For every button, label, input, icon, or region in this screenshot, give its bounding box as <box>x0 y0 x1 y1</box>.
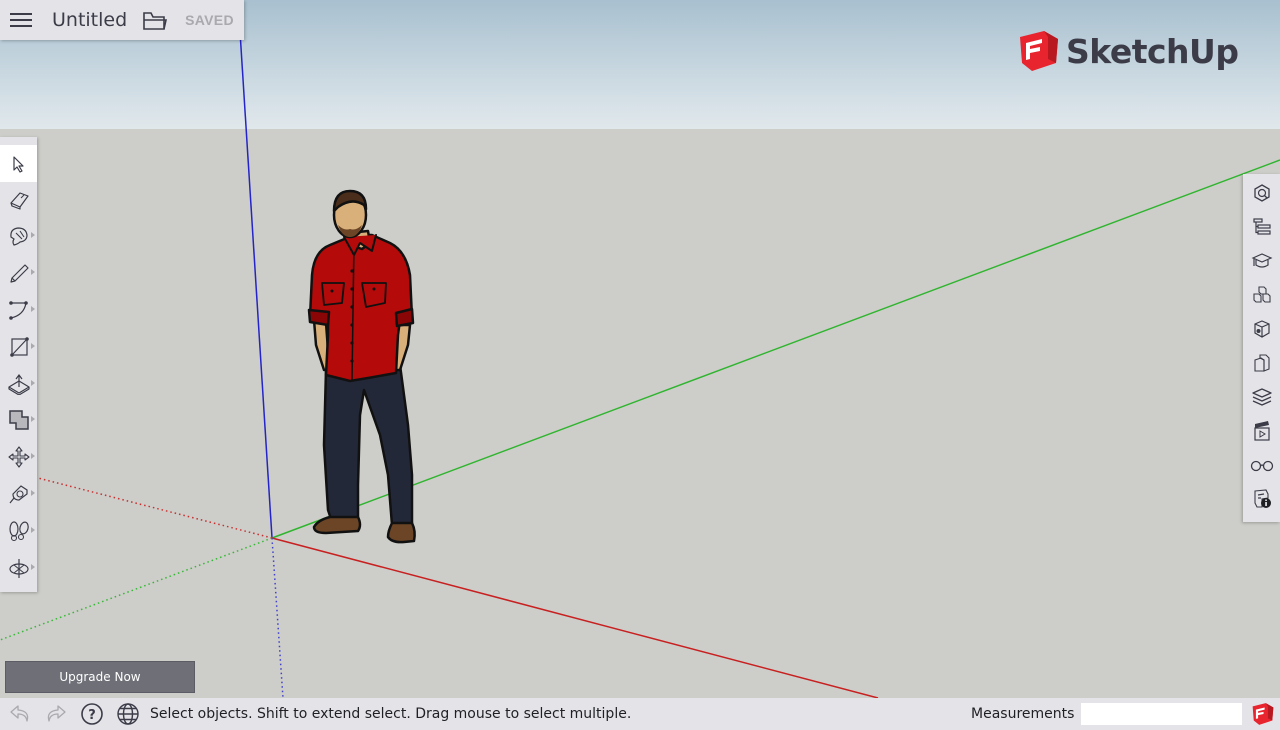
menu-button[interactable] <box>0 0 42 40</box>
layers-icon <box>1251 388 1272 406</box>
undo-button[interactable] <box>2 698 38 730</box>
tool-walk[interactable] <box>0 512 37 549</box>
person-figure[interactable] <box>300 185 425 550</box>
sketchup-logo-icon <box>1020 31 1058 71</box>
logo-text: SketchUp <box>1066 31 1239 71</box>
tool-eraser[interactable] <box>0 181 37 218</box>
right-toolbar <box>1243 174 1280 522</box>
status-bar: ? Select objects. Shift to extend select… <box>0 698 1280 730</box>
outliner-icon <box>1252 218 1271 235</box>
language-button[interactable] <box>110 698 146 730</box>
figure-pants <box>322 363 414 529</box>
sketchup-status-logo[interactable] <box>1250 702 1276 726</box>
tool-rectangle[interactable] <box>0 328 37 365</box>
orbit-icon <box>8 558 29 578</box>
sketchup-logo: SketchUp <box>1018 29 1239 73</box>
save-status: SAVED <box>185 12 234 28</box>
axes <box>0 0 1280 698</box>
tool-arc[interactable] <box>0 291 37 328</box>
figure-left-shoe <box>312 515 362 535</box>
panel-components[interactable] <box>1243 278 1280 312</box>
paint-bucket-icon <box>9 226 28 246</box>
panel-materials[interactable] <box>1243 312 1280 346</box>
instructor-icon <box>1251 253 1272 268</box>
flyout-indicator <box>31 527 35 533</box>
document-title[interactable]: Untitled <box>52 9 127 31</box>
rectangle-icon <box>9 336 29 357</box>
tool-move[interactable] <box>0 438 37 475</box>
push-pull-icon <box>7 373 30 395</box>
tool-paint-bucket[interactable] <box>0 217 37 254</box>
pencil-icon <box>9 263 29 283</box>
materials-icon <box>1253 320 1270 338</box>
file-bar: Untitled SAVED <box>0 0 244 40</box>
flyout-indicator <box>31 343 35 349</box>
flyout-indicator <box>31 416 35 422</box>
measurements-input[interactable] <box>1081 703 1242 725</box>
tool-offset[interactable] <box>0 401 37 438</box>
figure-left-cuff <box>307 308 331 327</box>
flyout-indicator <box>31 306 35 312</box>
red-axis-negative <box>37 477 273 539</box>
flyout-indicator <box>31 453 35 459</box>
folder-open-icon <box>143 12 168 30</box>
svg-text:?: ? <box>88 708 96 723</box>
open-file-button[interactable] <box>141 6 169 34</box>
status-text: Select objects. Shift to extend select. … <box>150 706 632 722</box>
flyout-indicator <box>31 490 35 496</box>
footprints-icon <box>8 520 29 541</box>
upgrade-now-button[interactable]: Upgrade Now <box>5 661 195 693</box>
figure-right-shoe <box>386 521 416 544</box>
redo-icon <box>47 705 66 722</box>
glasses-icon <box>1250 460 1273 472</box>
scenes-icon <box>1253 421 1270 441</box>
flyout-indicator <box>31 232 35 238</box>
panel-outliner[interactable] <box>1243 210 1280 244</box>
model-info-icon <box>1253 489 1271 508</box>
eraser-icon <box>9 191 29 210</box>
hamburger-menu-icon <box>10 13 32 27</box>
styles-icon <box>1253 354 1270 372</box>
sketchup-logo-icon <box>1252 703 1274 725</box>
flyout-indicator <box>31 380 35 386</box>
tool-line[interactable] <box>0 254 37 291</box>
tool-push-pull[interactable] <box>0 365 37 402</box>
redo-button[interactable] <box>38 698 74 730</box>
tool-orbit[interactable] <box>0 549 37 586</box>
flyout-indicator <box>31 269 35 275</box>
tool-tape-measure[interactable] <box>0 475 37 512</box>
components-icon <box>1252 286 1271 303</box>
panel-display[interactable] <box>1243 448 1280 482</box>
red-axis <box>271 537 879 698</box>
flyout-indicator <box>31 564 35 570</box>
panel-styles[interactable] <box>1243 346 1280 380</box>
panel-scenes[interactable] <box>1243 414 1280 448</box>
undo-icon <box>10 705 29 722</box>
select-arrow-icon <box>12 155 24 173</box>
figure-right-cuff <box>394 307 415 328</box>
blue-axis-negative <box>271 537 284 698</box>
measurements-label: Measurements <box>971 706 1075 722</box>
offset-icon <box>8 409 29 430</box>
help-button[interactable]: ? <box>74 698 110 730</box>
left-toolbar <box>0 137 37 592</box>
green-axis-negative <box>0 537 273 641</box>
panel-model-info[interactable] <box>1243 482 1280 516</box>
arc-icon <box>8 300 28 320</box>
entity-info-icon <box>1253 184 1270 202</box>
panel-instructor[interactable] <box>1243 244 1280 278</box>
tape-measure-icon <box>9 484 28 503</box>
blue-axis <box>237 0 273 539</box>
panel-layers[interactable] <box>1243 380 1280 414</box>
globe-icon <box>117 703 139 725</box>
drawing-viewport[interactable] <box>0 0 1280 698</box>
move-icon <box>7 445 30 468</box>
tool-select[interactable] <box>0 145 37 182</box>
help-icon: ? <box>81 703 103 725</box>
panel-entity-info[interactable] <box>1243 176 1280 210</box>
